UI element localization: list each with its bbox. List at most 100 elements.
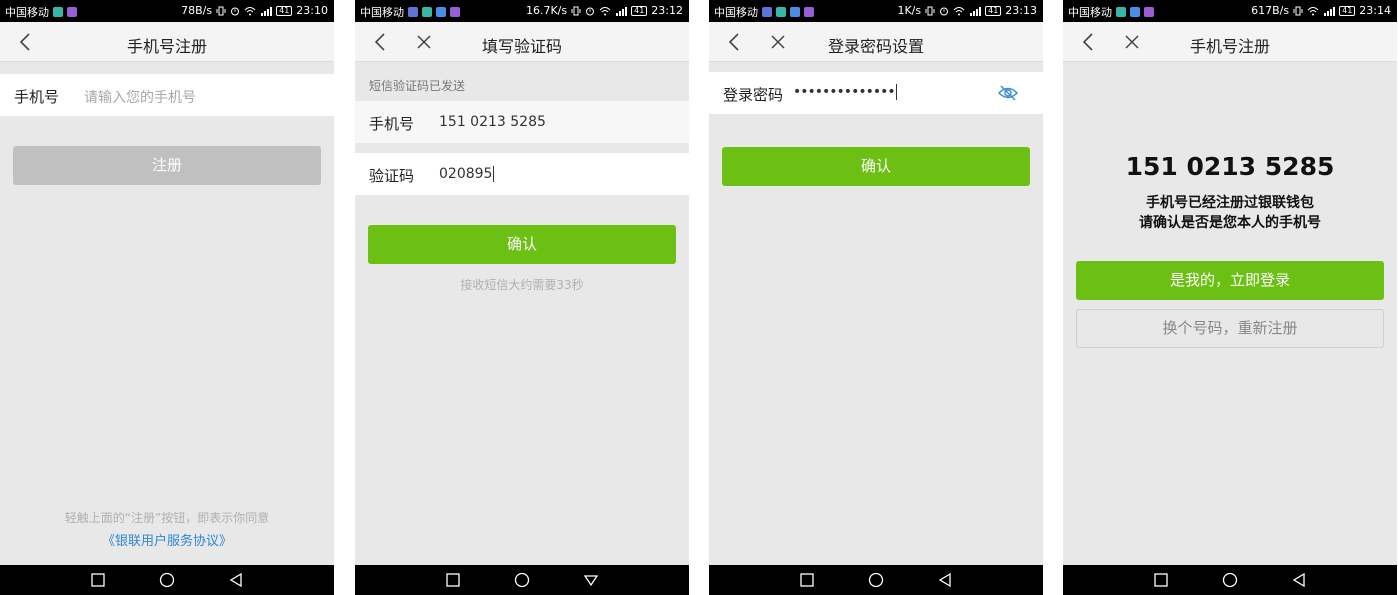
app-notification-icon (67, 7, 77, 17)
phone-number-value: 151 0213 5285 (439, 114, 546, 130)
password-field[interactable]: 登录密码 •••••••••••••• (709, 72, 1043, 114)
hide-keyboard-icon[interactable] (583, 572, 599, 588)
network-speed: 16.7K/s (525, 4, 568, 17)
recent-apps-icon[interactable] (445, 572, 461, 588)
carrier-label: 中国移动 (5, 6, 49, 19)
phone-number-field: 手机号 151 0213 5285 (355, 101, 689, 143)
phone-number-label: 手机号 (369, 115, 415, 133)
phone-number-input[interactable]: 请输入您的手机号 (84, 87, 196, 107)
vibrate-icon (925, 6, 935, 15)
terms-link[interactable]: 《银联用户服务协议》 (0, 530, 334, 549)
app-notification-icon (1144, 7, 1154, 17)
system-nav-bar (709, 565, 1043, 595)
nav-bar: 手机号注册 (1063, 22, 1397, 62)
app-notification-icon (450, 7, 460, 17)
sms-sent-notice: 短信验证码已发送 (369, 79, 466, 93)
phone-number-field[interactable]: 手机号 请输入您的手机号 (0, 74, 334, 116)
app-notification-icon (804, 7, 814, 17)
back-nav-icon[interactable] (1291, 572, 1307, 588)
change-number-button[interactable]: 换个号码，重新注册 (1076, 309, 1384, 348)
eye-hidden-icon[interactable] (997, 84, 1019, 102)
system-nav-bar (0, 565, 334, 595)
text-cursor (895, 84, 897, 100)
carrier-label: 中国移动 (360, 6, 404, 19)
phone-screen-verify-code: 中国移动 16.7K/s 41 23:12 填写验证码 短信验证码已发送 手机号… (355, 0, 689, 595)
verification-code-wrap: 020895 (439, 166, 495, 182)
clock: 23:12 (651, 4, 683, 17)
page-title: 手机号注册 (126, 37, 207, 56)
recent-apps-icon[interactable] (799, 572, 815, 588)
confirm-button[interactable]: 确认 (722, 147, 1030, 186)
verification-code-input[interactable]: 020895 (439, 166, 492, 182)
phone-screen-password: 中国移动 1K/s 41 23:13 登录密码设置 登录密码 •••••••••… (709, 0, 1043, 595)
wifi-icon (244, 6, 256, 15)
status-bar: 中国移动 78B/s 41 23:10 (0, 0, 334, 22)
battery-icon: 41 (1339, 5, 1356, 16)
system-nav-bar (1063, 565, 1397, 595)
password-label: 登录密码 (723, 86, 784, 104)
password-wrap: •••••••••••••• (793, 84, 897, 100)
sms-wait-note: 接收短信大约需要33秒 (460, 278, 584, 292)
back-nav-icon[interactable] (937, 572, 953, 588)
wifi-icon (599, 6, 611, 15)
app-notification-icon (762, 7, 772, 17)
clock: 23:13 (1005, 4, 1037, 17)
carrier-label: 中国移动 (1068, 6, 1112, 19)
clock: 23:10 (296, 4, 328, 17)
page-title: 登录密码设置 (827, 37, 924, 56)
network-speed: 617B/s (1251, 4, 1290, 17)
battery-icon: 41 (985, 5, 1002, 16)
verification-code-label: 验证码 (369, 167, 415, 185)
password-input[interactable]: •••••••••••••• (793, 84, 896, 100)
vibrate-icon (1293, 6, 1303, 15)
confirm-button[interactable]: 确认 (368, 225, 676, 264)
app-notification-icon (422, 7, 432, 17)
status-bar: 中国移动 1K/s 41 23:13 (709, 0, 1043, 22)
home-icon[interactable] (1222, 572, 1238, 588)
clock: 23:14 (1359, 4, 1391, 17)
already-registered-message: 手机号已经注册过银联钱包 (1146, 195, 1314, 211)
app-notification-icon (776, 7, 786, 17)
app-notification-icon (1116, 7, 1126, 17)
status-bar: 中国移动 617B/s 41 23:14 (1063, 0, 1397, 22)
carrier-label: 中国移动 (714, 6, 758, 19)
registered-phone-number: 151 0213 5285 (1125, 152, 1335, 181)
recent-apps-icon[interactable] (1153, 572, 1169, 588)
vibrate-icon (216, 6, 226, 15)
status-bar: 中国移动 16.7K/s 41 23:12 (355, 0, 689, 22)
wifi-icon (1307, 6, 1319, 15)
login-now-button[interactable]: 是我的，立即登录 (1076, 261, 1384, 300)
network-speed: 78B/s (181, 4, 213, 17)
wifi-icon (953, 6, 965, 15)
signal-icon (970, 6, 982, 16)
phone-screen-already-registered: 中国移动 617B/s 41 23:14 手机号注册 151 0213 5285… (1063, 0, 1397, 595)
home-icon[interactable] (868, 572, 884, 588)
page-title: 填写验证码 (481, 37, 562, 56)
home-icon[interactable] (159, 572, 175, 588)
verification-code-field[interactable]: 验证码 020895 (355, 153, 689, 195)
nav-bar: 手机号注册 (0, 22, 334, 62)
alarm-icon (231, 7, 240, 15)
signal-icon (1324, 6, 1336, 16)
page-title: 手机号注册 (1189, 37, 1270, 56)
confirm-owner-message: 请确认是否是您本人的手机号 (1139, 215, 1321, 231)
signal-icon (261, 6, 273, 16)
system-nav-bar (355, 565, 689, 595)
home-icon[interactable] (514, 572, 530, 588)
register-button[interactable]: 注册 (13, 146, 321, 185)
signal-icon (616, 6, 628, 16)
battery-icon: 41 (631, 5, 648, 16)
alarm-icon (940, 7, 949, 15)
battery-icon: 41 (276, 5, 293, 16)
app-notification-icon (408, 7, 418, 17)
app-notification-icon (1130, 7, 1140, 17)
vibrate-icon (571, 6, 581, 15)
terms-note: 轻触上面的“注册”按钮，即表示你同意 (64, 511, 270, 525)
app-notification-icon (436, 7, 446, 17)
alarm-icon (586, 7, 595, 15)
back-nav-icon[interactable] (228, 572, 244, 588)
phone-screen-register: 中国移动 78B/s 41 23:10 手机号注册 手机号 请输入您的手机号 注… (0, 0, 334, 595)
recent-apps-icon[interactable] (90, 572, 106, 588)
app-notification-icon (790, 7, 800, 17)
phone-number-label: 手机号 (14, 88, 60, 106)
